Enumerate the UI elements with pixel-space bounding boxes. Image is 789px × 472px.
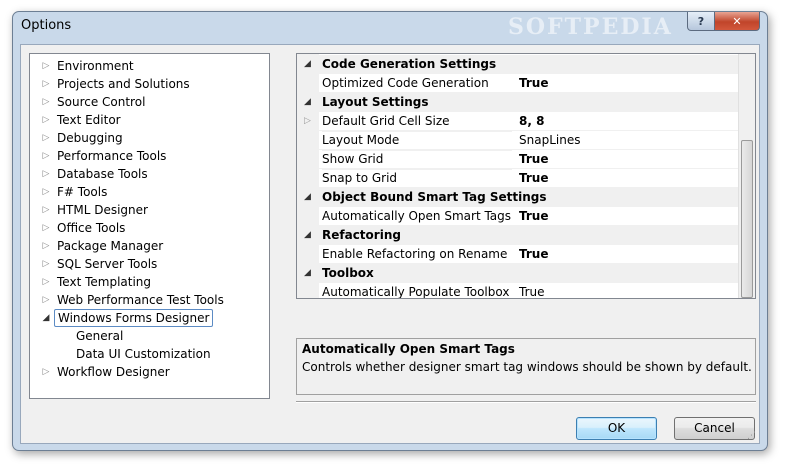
expanded-arrow-icon[interactable]: ◢ bbox=[40, 309, 52, 327]
property-value[interactable]: True bbox=[519, 169, 548, 188]
tree-item-label: Office Tools bbox=[57, 221, 126, 235]
expand-arrow-icon[interactable]: ▷ bbox=[40, 165, 52, 183]
tree-item-label: Performance Tools bbox=[57, 149, 167, 163]
property-name: Layout Mode bbox=[322, 131, 512, 151]
tree-item-label: Database Tools bbox=[57, 167, 148, 181]
expand-arrow-icon[interactable]: ▷ bbox=[304, 112, 311, 131]
expand-arrow-icon[interactable]: ▷ bbox=[40, 57, 52, 75]
tree-item-label: Text Editor bbox=[57, 113, 121, 127]
property-grid-scrollbar[interactable] bbox=[738, 54, 755, 298]
watermark: SOFTPEDIA bbox=[508, 14, 673, 40]
collapse-arrow-icon[interactable]: ◢ bbox=[304, 226, 311, 245]
property-value[interactable]: SnapLines bbox=[519, 131, 580, 150]
property-value[interactable]: True bbox=[519, 283, 545, 298]
tree-item-label: Workflow Designer bbox=[57, 365, 170, 379]
tree-item-label: Package Manager bbox=[57, 239, 164, 253]
dialog-client-area: ▷ Environment ▷ Projects and Solutions ▷ Sour… bbox=[20, 44, 760, 444]
tree-item-label: Debugging bbox=[57, 131, 123, 145]
expand-arrow-icon[interactable]: ▷ bbox=[40, 111, 52, 129]
property-value[interactable]: 8, 8 bbox=[519, 112, 544, 131]
expand-arrow-icon[interactable]: ▷ bbox=[40, 75, 52, 93]
help-icon: ? bbox=[697, 14, 705, 28]
property-name: Automatically Populate Toolbox bbox=[322, 283, 512, 298]
property-row[interactable]: Enable Refactoring on Rename True bbox=[297, 245, 739, 265]
expand-arrow-icon[interactable]: ▷ bbox=[40, 363, 52, 381]
collapse-arrow-icon[interactable]: ◢ bbox=[304, 188, 311, 207]
description-panel: Automatically Open Smart Tags Controls w… bbox=[296, 338, 756, 395]
tree-item-label: HTML Designer bbox=[57, 203, 148, 217]
close-button[interactable]: ✕ bbox=[714, 12, 760, 31]
window-title: Options bbox=[21, 18, 72, 33]
property-row[interactable]: Optimized Code Generation True bbox=[297, 74, 739, 94]
tree-item-label: Data UI Customization bbox=[76, 347, 211, 361]
property-category[interactable]: ◢ Object Bound Smart Tag Settings bbox=[297, 188, 739, 207]
collapse-arrow-icon[interactable]: ◢ bbox=[304, 55, 311, 74]
tree-item-label: General bbox=[76, 329, 124, 343]
tree-item-label: Web Performance Test Tools bbox=[57, 293, 224, 307]
property-row[interactable]: Snap to Grid True bbox=[297, 169, 739, 189]
property-row[interactable]: Show Grid True bbox=[297, 150, 739, 170]
expand-arrow-icon[interactable]: ▷ bbox=[40, 291, 52, 309]
property-name: Default Grid Cell Size bbox=[322, 112, 512, 132]
tree-item-label: Text Templating bbox=[57, 275, 152, 289]
description-text: Controls whether designer smart tag wind… bbox=[302, 360, 752, 374]
property-name: Automatically Open Smart Tags bbox=[322, 207, 512, 227]
category-label: Object Bound Smart Tag Settings bbox=[322, 190, 547, 204]
separator-line bbox=[296, 401, 756, 403]
expand-arrow-icon[interactable]: ▷ bbox=[40, 237, 52, 255]
collapse-arrow-icon[interactable]: ◢ bbox=[304, 264, 311, 283]
collapse-arrow-icon[interactable]: ◢ bbox=[304, 93, 311, 112]
options-dialog: Options SOFTPEDIA ? ✕ ▷ Environment ▷ Proje… bbox=[12, 11, 768, 451]
description-title: Automatically Open Smart Tags bbox=[302, 342, 515, 356]
category-label: Toolbox bbox=[322, 266, 374, 280]
property-value[interactable]: True bbox=[519, 150, 548, 169]
resize-grip-icon[interactable]: ⋰ bbox=[747, 431, 757, 441]
property-value[interactable]: True bbox=[519, 245, 548, 264]
property-row[interactable]: Layout Mode SnapLines bbox=[297, 131, 739, 151]
property-name: Optimized Code Generation bbox=[322, 74, 512, 94]
tree-item-label: Windows Forms Designer bbox=[54, 309, 214, 327]
property-category[interactable]: ◢ Layout Settings bbox=[297, 93, 739, 112]
tree-item-label: F# Tools bbox=[57, 185, 108, 199]
tree-item-label: Environment bbox=[57, 59, 134, 73]
expand-arrow-icon[interactable]: ▷ bbox=[40, 129, 52, 147]
cancel-button[interactable]: Cancel bbox=[674, 417, 755, 440]
property-row[interactable]: Automatically Populate Toolbox True bbox=[297, 283, 739, 298]
property-name: Snap to Grid bbox=[322, 169, 512, 189]
help-button[interactable]: ? bbox=[687, 12, 715, 31]
property-grid[interactable]: ◢ Code Generation Settings Optimized Code … bbox=[296, 53, 756, 299]
tree-item-label: SQL Server Tools bbox=[57, 257, 158, 271]
title-bar[interactable]: Options SOFTPEDIA ? ✕ bbox=[13, 12, 767, 44]
property-value[interactable]: True bbox=[519, 74, 548, 93]
expand-arrow-icon[interactable]: ▷ bbox=[40, 255, 52, 273]
category-label: Layout Settings bbox=[322, 95, 429, 109]
expand-arrow-icon[interactable]: ▷ bbox=[40, 273, 52, 291]
property-name: Show Grid bbox=[322, 150, 512, 170]
expand-arrow-icon[interactable]: ▷ bbox=[40, 201, 52, 219]
expand-arrow-icon[interactable]: ▷ bbox=[40, 219, 52, 237]
property-row[interactable]: ▷ Default Grid Cell Size 8, 8 bbox=[297, 112, 739, 132]
options-tree[interactable]: ▷ Environment ▷ Projects and Solutions ▷ Sour… bbox=[29, 53, 270, 399]
expand-arrow-icon[interactable]: ▷ bbox=[40, 93, 52, 111]
tree-item-label: Source Control bbox=[57, 95, 146, 109]
property-category[interactable]: ◢ Refactoring bbox=[297, 226, 739, 245]
category-label: Code Generation Settings bbox=[322, 57, 497, 71]
property-category[interactable]: ◢ Toolbox bbox=[297, 264, 739, 283]
expand-arrow-icon[interactable]: ▷ bbox=[40, 183, 52, 201]
close-icon: ✕ bbox=[732, 14, 742, 28]
category-label: Refactoring bbox=[322, 228, 401, 242]
property-row[interactable]: Automatically Open Smart Tags True bbox=[297, 207, 739, 227]
tree-item-label: Projects and Solutions bbox=[57, 77, 190, 91]
property-name: Enable Refactoring on Rename bbox=[322, 245, 512, 265]
property-value[interactable]: True bbox=[519, 207, 548, 226]
property-category[interactable]: ◢ Code Generation Settings bbox=[297, 55, 739, 74]
scrollbar-thumb[interactable] bbox=[741, 140, 753, 298]
expand-arrow-icon[interactable]: ▷ bbox=[40, 147, 52, 165]
ok-button[interactable]: OK bbox=[576, 417, 657, 440]
